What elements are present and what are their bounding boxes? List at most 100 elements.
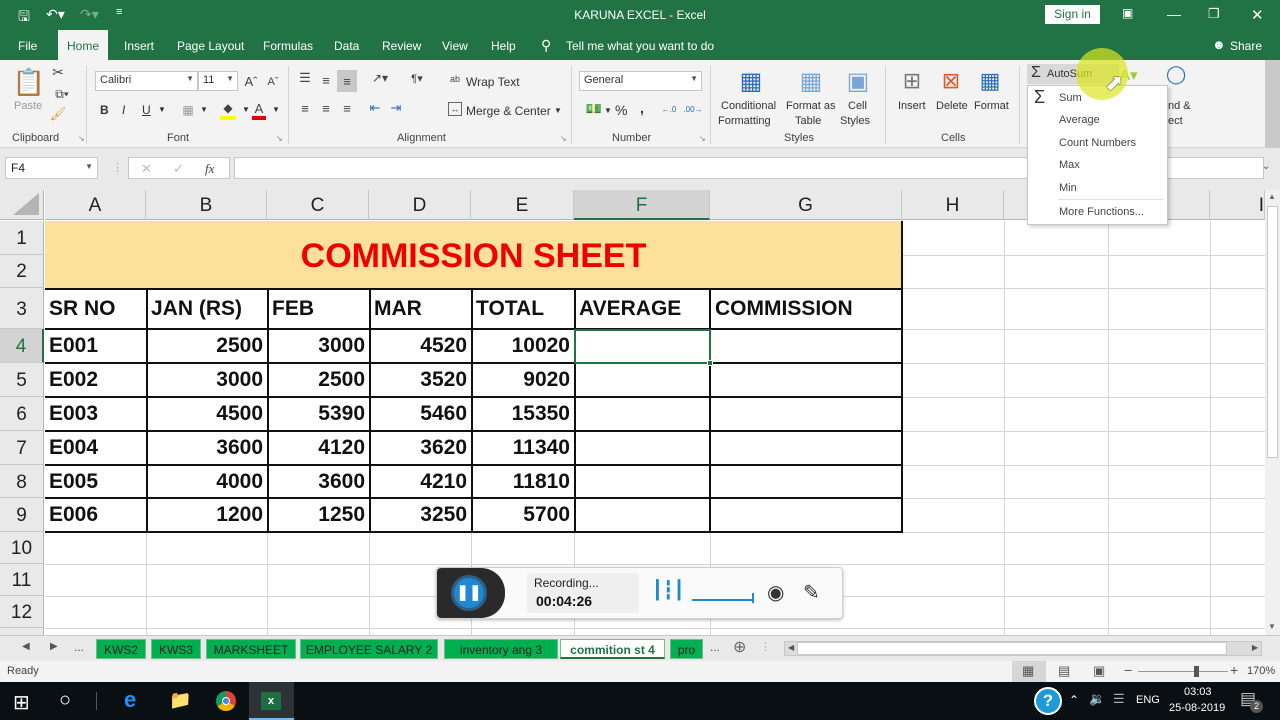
cell-commission[interactable] bbox=[711, 330, 901, 362]
header-cell-average[interactable]: AVERAGE bbox=[575, 290, 709, 328]
name-box[interactable]: F4 ▼ bbox=[5, 157, 98, 179]
alignment-launcher-icon[interactable]: ↘ bbox=[560, 134, 567, 143]
cell-average[interactable] bbox=[575, 432, 709, 464]
cell-mar[interactable]: 3620 bbox=[370, 432, 471, 464]
cell-commission[interactable] bbox=[711, 466, 901, 498]
cell-styles-icon[interactable]: ▣ bbox=[843, 65, 873, 97]
chevron-down-icon[interactable]: ▼ bbox=[242, 105, 250, 114]
header-cell-total[interactable]: TOTAL bbox=[472, 290, 574, 328]
tab-help[interactable]: Help bbox=[491, 39, 516, 53]
file-explorer-icon[interactable]: 📁 bbox=[169, 690, 191, 711]
clock-date[interactable]: 25-08-2019 bbox=[1169, 702, 1225, 714]
cut-icon[interactable]: ✂ bbox=[50, 64, 66, 80]
align-middle-icon[interactable]: ≡ bbox=[318, 72, 334, 88]
column-header-d[interactable]: D bbox=[369, 190, 471, 220]
zoom-in-button[interactable]: + bbox=[1230, 662, 1238, 678]
merge-center-button[interactable]: Merge & Center bbox=[466, 104, 551, 118]
align-center-icon[interactable]: ≡ bbox=[318, 100, 334, 116]
conditional-formatting-button[interactable]: Conditional bbox=[721, 100, 776, 112]
sheet-tab-kws2[interactable]: KWS2 bbox=[96, 639, 146, 659]
sheet-tab-kws3[interactable]: KWS3 bbox=[151, 639, 201, 659]
format-as-table-button[interactable]: Format as bbox=[786, 100, 836, 112]
scroll-left-icon[interactable]: ◀ bbox=[788, 643, 794, 652]
share-button[interactable]: Share bbox=[1230, 39, 1262, 53]
align-bottom-icon[interactable]: ≡ bbox=[337, 70, 357, 92]
zoom-out-button[interactable]: − bbox=[1124, 662, 1132, 678]
cell-commission[interactable] bbox=[711, 398, 901, 430]
cell-mar[interactable]: 4210 bbox=[370, 466, 471, 498]
row-header-5[interactable]: 5 bbox=[0, 363, 44, 397]
menu-item-more-functions[interactable]: More Functions... bbox=[1059, 206, 1144, 218]
header-cell-feb[interactable]: FEB bbox=[268, 290, 369, 328]
find-select-button[interactable]: nd & bbox=[1168, 100, 1191, 112]
volume-slider[interactable] bbox=[692, 599, 754, 601]
menu-item-count-numbers[interactable]: Count Numbers bbox=[1059, 137, 1136, 149]
decrease-decimal-icon[interactable]: .00→ bbox=[683, 100, 702, 118]
cell-sr-no[interactable]: E004 bbox=[45, 432, 146, 464]
cell-average[interactable] bbox=[575, 398, 709, 430]
borders-icon[interactable]: ▦ bbox=[180, 102, 196, 118]
column-header-b[interactable]: B bbox=[146, 190, 267, 220]
page-layout-view-icon[interactable]: ▤ bbox=[1058, 663, 1070, 679]
chevron-down-icon[interactable]: ▼ bbox=[604, 106, 612, 115]
column-header-h[interactable]: H bbox=[902, 190, 1004, 220]
header-cell-sr-no[interactable]: SR NO bbox=[45, 290, 146, 328]
cell-sr-no[interactable]: E006 bbox=[45, 499, 146, 531]
delete-cells-button[interactable]: Delete bbox=[936, 100, 968, 112]
text-direction-icon[interactable]: ¶▾ bbox=[405, 70, 429, 86]
cell-styles-button[interactable]: Cell bbox=[848, 100, 867, 112]
chevron-down-icon[interactable]: ▼ bbox=[158, 105, 166, 114]
webcam-icon[interactable]: ◉ bbox=[767, 580, 784, 605]
vertical-scrollbar[interactable]: ▲ ▼ bbox=[1265, 190, 1280, 635]
font-name-select[interactable]: Calibri ▼ bbox=[95, 71, 198, 91]
zoom-slider-thumb[interactable] bbox=[1193, 666, 1199, 677]
cell-feb[interactable]: 3600 bbox=[268, 466, 369, 498]
cell-commission[interactable] bbox=[711, 499, 901, 531]
copy-icon[interactable]: ⧉▾ bbox=[50, 86, 74, 102]
header-cell-jan[interactable]: JAN (RS) bbox=[147, 290, 267, 328]
italic-button[interactable]: I bbox=[122, 103, 125, 117]
find-select-icon[interactable]: ◯ bbox=[1166, 64, 1186, 85]
font-color-icon[interactable]: A bbox=[252, 100, 266, 120]
insert-cells-icon[interactable]: ⊞ bbox=[898, 65, 926, 97]
chevron-down-icon[interactable]: ▼ bbox=[200, 105, 208, 114]
row-header-12[interactable]: 12 bbox=[0, 596, 44, 628]
chevron-down-icon[interactable]: ▼ bbox=[554, 106, 562, 115]
cell-feb[interactable]: 5390 bbox=[268, 398, 369, 430]
fill-handle[interactable] bbox=[707, 360, 713, 366]
header-cell-mar[interactable]: MAR bbox=[370, 290, 471, 328]
cell-commission[interactable] bbox=[711, 432, 901, 464]
tab-view[interactable]: View bbox=[442, 39, 468, 53]
align-top-icon[interactable]: ☰ bbox=[297, 70, 313, 86]
ribbon-display-options-icon[interactable]: ▣ bbox=[1122, 6, 1133, 20]
wifi-icon[interactable]: ☰ bbox=[1113, 691, 1125, 707]
scroll-up-icon[interactable]: ▲ bbox=[1268, 192, 1276, 201]
pause-button[interactable]: ❚❚ bbox=[451, 575, 487, 611]
format-cells-button[interactable]: Format bbox=[974, 100, 1009, 112]
edge-browser-icon[interactable]: e bbox=[124, 687, 136, 713]
tab-home[interactable]: Home bbox=[58, 30, 109, 60]
windows-start-icon[interactable]: ⊞ bbox=[13, 690, 30, 715]
column-header-g[interactable]: G bbox=[710, 190, 902, 220]
sheet-tab-marksheet[interactable]: MARKSHEET bbox=[206, 639, 296, 659]
cancel-icon[interactable]: ✕ bbox=[141, 161, 152, 177]
insert-function-icon[interactable]: fx bbox=[205, 161, 214, 177]
scroll-right-icon[interactable]: ▶ bbox=[1252, 643, 1258, 652]
chrome-icon[interactable] bbox=[216, 691, 236, 711]
cell-mar[interactable]: 4520 bbox=[370, 330, 471, 362]
zoom-slider-track[interactable] bbox=[1138, 671, 1228, 672]
horizontal-scrollbar[interactable]: ◀ ▶ bbox=[784, 641, 1262, 656]
selected-cell-f4[interactable] bbox=[574, 329, 711, 364]
sheet-tab-employee-salary-2[interactable]: EMPLOYEE SALARY 2 bbox=[300, 639, 438, 659]
percent-style-button[interactable]: % bbox=[615, 102, 627, 118]
excel-taskbar-button[interactable]: x bbox=[249, 682, 294, 720]
share-person-icon[interactable]: ☻ bbox=[1212, 37, 1226, 52]
row-header-13[interactable] bbox=[0, 628, 44, 635]
tab-review[interactable]: Review bbox=[382, 39, 421, 53]
conditional-formatting-icon[interactable]: ▦ bbox=[736, 65, 766, 97]
row-header-8[interactable]: 8 bbox=[0, 465, 44, 498]
cell-total[interactable]: 9020 bbox=[472, 364, 574, 396]
increase-font-size-icon[interactable]: Aˆ bbox=[243, 72, 259, 90]
menu-item-sum[interactable]: Sum bbox=[1059, 92, 1082, 104]
delete-cells-icon[interactable]: ⊠ bbox=[937, 65, 965, 97]
